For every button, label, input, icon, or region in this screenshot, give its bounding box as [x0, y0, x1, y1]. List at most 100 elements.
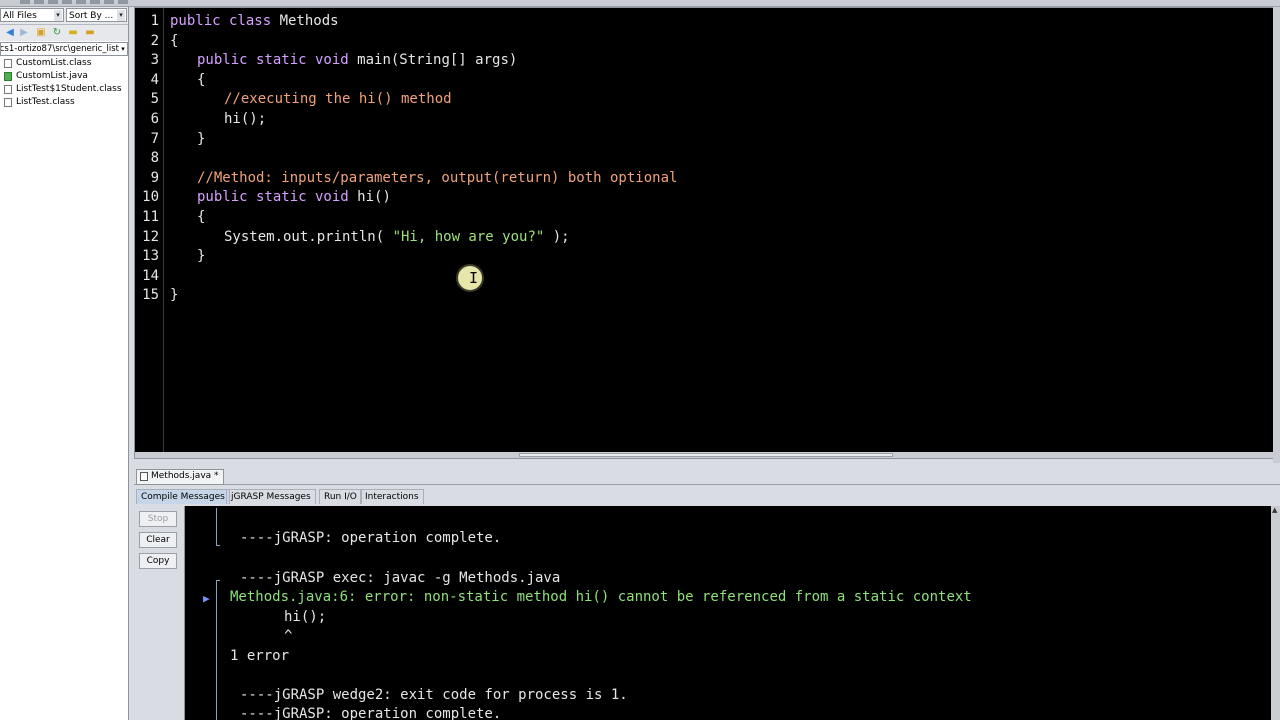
compile-output-console[interactable]: ----jGRASP: operation complete. ----jGRA…	[184, 506, 1272, 720]
console-line: ^	[284, 628, 293, 644]
code-line: 5 //executing the hi() method	[135, 90, 452, 110]
code-token: }	[170, 287, 179, 304]
comment-token: //executing the hi() method	[224, 91, 452, 108]
console-line: hi();	[284, 609, 327, 625]
toolbar-icon[interactable]	[118, 0, 128, 4]
error-message[interactable]: Methods.java:6: error: non-static method…	[230, 588, 972, 608]
home-folder-icon[interactable]: ▣	[35, 27, 47, 38]
file-item[interactable]: CustomList.class	[0, 57, 128, 70]
code-token: );	[544, 228, 570, 245]
stop-button[interactable]: Stop	[139, 511, 177, 527]
code-line: 1 public class Methods	[135, 12, 339, 32]
toolbar-icons	[20, 0, 128, 4]
file-filter-select[interactable]: All Files ▾	[0, 8, 64, 22]
error-marker-icon[interactable]: ▶	[203, 592, 210, 605]
code-line: 7}	[135, 130, 206, 150]
back-arrow-icon[interactable]: ◀	[4, 27, 16, 38]
chevron-up-icon[interactable]: ▲	[1272, 506, 1277, 514]
file-name: CustomList.class	[16, 58, 92, 68]
sort-by-value: Sort By ...	[69, 11, 114, 21]
code-token: {	[197, 71, 206, 88]
top-toolbar-strip	[0, 0, 1280, 7]
chevron-down-icon: ▾	[54, 10, 62, 21]
current-path-select[interactable]: cs1-ortizo87\src\generic_list ▾	[0, 42, 128, 56]
editor-vertical-scrollbar[interactable]	[1273, 7, 1280, 463]
code-line: 13}	[135, 247, 205, 267]
toolbar-icon[interactable]	[90, 0, 100, 4]
file-item[interactable]: ListTest$1Student.class	[0, 83, 128, 96]
string-token: "Hi, how are you?"	[392, 228, 545, 245]
file-name: ListTest$1Student.class	[16, 84, 122, 94]
line-number: 13	[142, 248, 159, 265]
open-folder-icon[interactable]: ▬	[67, 27, 79, 38]
code-editor[interactable]: 1 public class Methods 2{ 3 public static …	[134, 7, 1274, 459]
current-path-value: cs1-ortizo87\src\generic_list	[0, 44, 119, 54]
code-line: 11 {	[135, 208, 205, 228]
console-line: ----jGRASP exec: javac -g Methods.java	[240, 570, 561, 586]
copy-button[interactable]: Copy	[139, 553, 177, 569]
code-token: }	[197, 248, 206, 265]
tab-run-io[interactable]: Run I/O	[319, 489, 362, 504]
document-tab-bar: Methods.java *	[134, 468, 1280, 485]
code-area[interactable]: 1 public class Methods 2{ 3 public static …	[135, 12, 677, 306]
line-number: 15	[142, 287, 159, 304]
tab-label: jGRASP Messages	[231, 492, 311, 502]
forward-arrow-icon[interactable]: ▶	[18, 27, 30, 38]
browse-pane: All Files ▾ Sort By ... ▾ ◀ ▶ ▣ ↻ ▬ ▬ cs…	[0, 7, 129, 720]
output-bracket	[216, 580, 220, 720]
browse-filter-bar: All Files ▾ Sort By ... ▾	[0, 7, 128, 25]
code-line: 4{	[135, 71, 206, 91]
code-token: System.out.println(	[224, 228, 393, 245]
toolbar-icon[interactable]	[20, 0, 30, 4]
code-line: 14	[135, 267, 159, 287]
file-list: CustomList.class CustomList.java ListTes…	[0, 57, 128, 109]
tab-label: Interactions	[365, 492, 419, 502]
message-tab-bar: Compile Messages jGRASP Messages Run I/O…	[134, 488, 1280, 505]
console-line: 1 error	[230, 648, 290, 664]
line-number: 2	[150, 32, 159, 49]
chevron-down-icon: ▾	[117, 10, 125, 21]
line-number: 1	[150, 13, 159, 29]
class-file-icon	[4, 59, 12, 68]
file-filter-value: All Files	[3, 11, 37, 21]
code-line: 2{	[135, 32, 179, 52]
toolbar-icon[interactable]	[104, 0, 114, 4]
tab-label: Methods.java *	[151, 471, 219, 481]
line-number: 5	[150, 91, 159, 108]
toolbar-icon[interactable]	[62, 0, 72, 4]
class-file-icon	[4, 98, 12, 107]
sort-by-select[interactable]: Sort By ... ▾	[66, 8, 127, 22]
toolbar-icon[interactable]	[48, 0, 58, 4]
toolbar-icon[interactable]	[76, 0, 86, 4]
folder-menu-icon[interactable]: ▬	[84, 27, 96, 38]
scrollbar-thumb[interactable]	[519, 453, 893, 457]
code-line: 12 System.out.println( "Hi, how are you?"…	[135, 228, 569, 248]
console-vertical-scrollbar[interactable]: ▲	[1271, 506, 1280, 720]
file-item[interactable]: ListTest.class	[0, 96, 128, 109]
line-number: 9	[150, 169, 159, 186]
line-number: 6	[150, 110, 159, 127]
code-token: {	[197, 208, 206, 225]
file-name: CustomList.java	[16, 71, 88, 81]
tab-compile-messages[interactable]: Compile Messages	[136, 489, 230, 504]
editor-horizontal-scrollbar[interactable]	[135, 452, 1273, 458]
browse-toolbar: ◀ ▶ ▣ ↻ ▬ ▬	[0, 25, 128, 41]
tab-interactions[interactable]: Interactions	[360, 489, 424, 504]
tab-jgrasp-messages[interactable]: jGRASP Messages	[226, 489, 316, 504]
file-item[interactable]: CustomList.java	[0, 70, 128, 83]
chevron-down-icon: ▾	[119, 43, 127, 55]
code-token: hi()	[357, 189, 391, 206]
output-bracket	[216, 508, 220, 546]
keyword-token: public static void	[197, 189, 358, 206]
toolbar-icon[interactable]	[34, 0, 44, 4]
tab-methods-java[interactable]: Methods.java *	[136, 469, 224, 485]
line-number: 12	[142, 228, 159, 245]
clear-button[interactable]: Clear	[139, 532, 177, 548]
console-line: ----jGRASP: operation complete.	[240, 706, 502, 720]
code-token: }	[197, 130, 206, 147]
line-number: 4	[150, 71, 159, 88]
console-line: ----jGRASP: operation complete.	[240, 530, 502, 546]
refresh-icon[interactable]: ↻	[51, 27, 63, 38]
java-file-icon	[4, 72, 12, 81]
line-number: 11	[142, 208, 159, 225]
